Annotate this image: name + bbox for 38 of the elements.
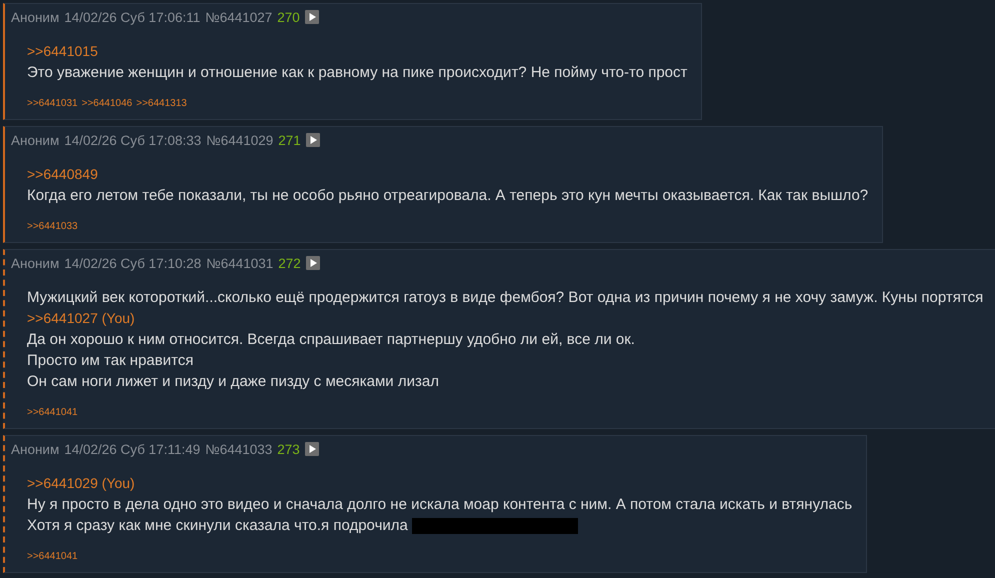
post-text: Просто им так нравится [27,351,194,371]
backlink[interactable]: >>6441313 [136,98,187,109]
poster-name: Аноним [11,10,60,24]
backlink[interactable]: >>6441031 [27,98,78,109]
play-icon[interactable] [304,442,319,456]
post-text: Мужицкий век котороткий...сколько ещё продержится гатоуз в виде фембоя? Вот одна из причин почему я не хочу замуж. Куны портятся [27,288,984,308]
backlink[interactable]: >>6441046 [82,98,132,109]
post-count: 273 [277,442,300,456]
post-text: Хотя я сразу как мне скинули сказала что.я подрочила [27,516,408,536]
post-text: Он сам ноги лижет и пизду и даже пизду с месяками лизал [27,372,439,392]
poster-name: Аноним [11,256,60,270]
post-number-link[interactable]: №6441027 [205,10,272,24]
post-count: 272 [278,256,301,270]
post-text: Это уважение женщин и отношение как к равному на пике происходит? Не пойму что-то прост [27,63,688,83]
post-text: Когда его летом тебе показали, ты не особо рьяно отреагировала. А теперь это кун мечты оказывается. Как так вышло? [27,186,868,206]
poster-name: Аноним [11,442,60,456]
post-text: Да он хорошо к ним относится. Всегда спрашивает партнершу удобно ли ей, все ли ок. [27,330,635,350]
reply-link[interactable]: >>6441029 (You) [27,473,135,494]
reply-link[interactable]: >>6441027 (You) [27,308,135,329]
post-text: Ну я просто в дела одно это видео и сначала долго не искала моар контента с ним. А потом стала искать и втянулась [27,495,852,515]
reply-link[interactable]: >>6440849 [27,164,98,185]
post-date: 14/02/26 Суб 17:10:28 [64,256,202,270]
play-icon[interactable] [304,10,319,24]
backlink[interactable]: >>6441033 [27,221,78,232]
post-number-link[interactable]: №6441031 [206,256,274,270]
play-icon[interactable] [306,256,320,270]
post-date: 14/02/26 Суб 17:11:49 [64,442,200,456]
post-date: 14/02/26 Суб 17:06:11 [64,10,200,24]
reply-link[interactable]: >>6441015 [27,41,98,62]
play-icon[interactable] [306,133,320,147]
post-number-link[interactable]: №6441033 [205,442,272,456]
backlink[interactable]: >>6441041 [27,407,78,418]
backlink[interactable]: >>6441041 [27,551,78,562]
post-number-link[interactable]: №6441029 [206,132,274,148]
post-count: 270 [277,10,300,24]
post-date: 14/02/26 Суб 17:08:33 [64,132,202,148]
post-count: 271 [278,132,301,148]
poster-name: Аноним [11,132,60,148]
